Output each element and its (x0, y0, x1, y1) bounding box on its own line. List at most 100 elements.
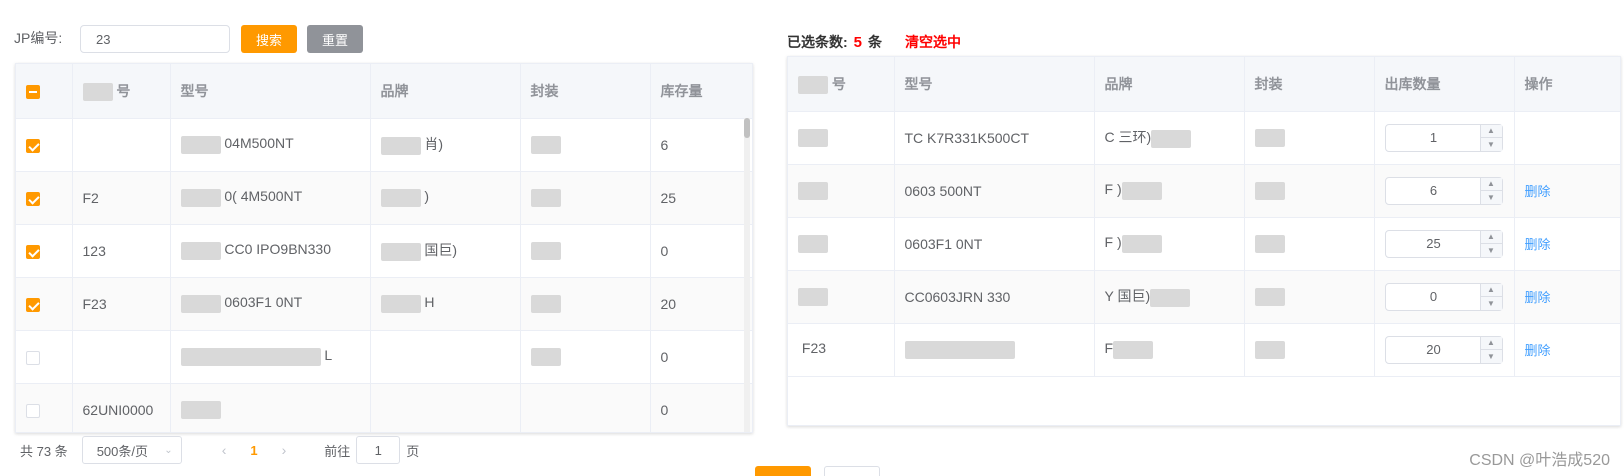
cancel-button[interactable] (824, 466, 880, 476)
chevron-down-icon[interactable]: ▼ (1481, 297, 1502, 310)
chevron-up-icon[interactable]: ▲ (1480, 125, 1502, 138)
row-checkbox[interactable] (26, 350, 40, 365)
cell-jp-number: 62UNI0000 (72, 383, 171, 432)
row-checkbox-cell[interactable] (16, 330, 73, 384)
cell-stock: 0 (650, 330, 752, 384)
search-button[interactable]: 搜索 (241, 25, 297, 53)
chevron-down-icon[interactable]: ▼ (1481, 138, 1502, 151)
stepper-buttons[interactable]: ▲ ▼ (1479, 177, 1502, 204)
jp-number-input[interactable] (80, 25, 230, 53)
col-model: 型号 (894, 57, 1095, 112)
page-size-value: 500条/页 (96, 443, 148, 459)
next-page-button[interactable]: › (282, 442, 287, 458)
delete-link[interactable]: 删除 (1525, 237, 1551, 252)
cell-out-quantity[interactable]: 1 ▲ ▼ (1374, 111, 1515, 165)
selected-row: F23 F 20 ▲ ▼ 删除 (788, 323, 1620, 377)
row-checkbox-cell[interactable] (16, 118, 73, 172)
quantity-stepper[interactable]: 0 ▲ ▼ (1384, 282, 1503, 311)
row-checkbox-cell[interactable] (16, 383, 73, 432)
stepper-buttons[interactable]: ▲ ▼ (1479, 124, 1502, 151)
cell-out-quantity[interactable]: 0 ▲ ▼ (1374, 270, 1515, 324)
clear-selection-link[interactable]: 清空选中 (905, 32, 961, 52)
stepper-buttons[interactable]: ▲ ▼ (1479, 230, 1502, 257)
select-all-checkbox-cell[interactable] (16, 64, 73, 119)
cell-model: CC0 IPO9BN330 (170, 224, 371, 278)
confirm-button[interactable] (755, 466, 811, 476)
cell-stock: 20 (650, 277, 752, 331)
cell-package (520, 118, 651, 172)
select-all-checkbox[interactable] (26, 84, 40, 99)
col-stock: 库存量 (650, 64, 752, 119)
inventory-row[interactable]: L 0 (16, 330, 752, 384)
inventory-row[interactable]: F2 0( 4M500NT ) 25 (16, 171, 752, 225)
pagination: 共 73 条 500条/页 ⌄ ‹ 1 › 前往 1 页 (20, 436, 419, 464)
jp-number-label: JP编号: (14, 30, 63, 46)
col-actions: 操作 (1514, 57, 1620, 112)
col-brand: 品牌 (370, 64, 521, 119)
cell-package (520, 224, 651, 278)
cell-out-quantity[interactable]: 20 ▲ ▼ (1374, 323, 1515, 377)
cell-brand (370, 383, 521, 432)
vertical-scrollbar[interactable] (744, 118, 750, 432)
cell-model: TC K7R331K500CT (894, 111, 1095, 165)
row-checkbox-cell[interactable] (16, 224, 73, 278)
delete-link[interactable]: 删除 (1525, 184, 1551, 199)
quantity-stepper[interactable]: 25 ▲ ▼ (1384, 229, 1503, 258)
cell-brand: ) (370, 171, 521, 225)
row-checkbox-cell[interactable] (16, 277, 73, 331)
cell-stock: 0 (650, 224, 752, 278)
quantity-stepper[interactable]: 1 ▲ ▼ (1384, 123, 1503, 152)
chevron-up-icon[interactable]: ▲ (1480, 284, 1502, 297)
selected-count-unit: 条 (868, 34, 883, 50)
cell-package (1244, 111, 1375, 165)
selected-row: TC K7R331K500CT C 三环) 1 ▲ ▼ (788, 111, 1620, 165)
delete-link[interactable]: 删除 (1525, 290, 1551, 305)
cell-jp-number: F2 (72, 171, 171, 225)
quantity-stepper[interactable]: 6 ▲ ▼ (1384, 176, 1503, 205)
stepper-buttons[interactable]: ▲ ▼ (1479, 336, 1502, 363)
chevron-up-icon[interactable]: ▲ (1480, 231, 1502, 244)
inventory-row[interactable]: 04M500NT 肖) 6 (16, 118, 752, 172)
row-checkbox[interactable] (26, 138, 40, 153)
chevron-up-icon[interactable]: ▲ (1480, 337, 1502, 350)
cell-model: CC0603JRN 330 (894, 270, 1095, 324)
cell-out-quantity[interactable]: 25 ▲ ▼ (1374, 217, 1515, 271)
cell-package (1244, 323, 1375, 377)
current-page[interactable]: 1 (250, 443, 257, 458)
chevron-down-icon[interactable]: ▼ (1481, 244, 1502, 257)
chevron-down-icon[interactable]: ▼ (1481, 350, 1502, 363)
col-package: 封装 (1244, 57, 1375, 112)
selected-items-table: 号 型号 品牌 封装 出库数量 操作 TC K7R331K500CT C 三环)… (787, 56, 1621, 426)
quantity-value: 0 (1429, 289, 1438, 304)
goto-page-input[interactable]: 1 (356, 436, 401, 464)
inventory-row[interactable]: 62UNI0000 0 (16, 383, 752, 432)
inventory-row[interactable]: 123 CC0 IPO9BN330 国巨) 0 (16, 224, 752, 278)
cell-out-quantity[interactable]: 6 ▲ ▼ (1374, 164, 1515, 218)
row-checkbox[interactable] (26, 403, 40, 418)
chevron-down-icon[interactable]: ▼ (1481, 191, 1502, 204)
col-out-quantity: 出库数量 (1374, 57, 1515, 112)
selected-count-value: 5 (853, 34, 863, 51)
row-checkbox[interactable] (26, 297, 40, 312)
row-checkbox[interactable] (26, 244, 40, 259)
prev-page-button[interactable]: ‹ (222, 442, 227, 458)
row-checkbox[interactable] (26, 191, 40, 206)
row-checkbox-cell[interactable] (16, 171, 73, 225)
cell-model: 0603F1 0NT (170, 277, 371, 331)
col-package: 封装 (520, 64, 651, 119)
quantity-value: 1 (1429, 130, 1438, 145)
pagination-total: 共 73 条 (20, 443, 68, 459)
delete-link[interactable]: 删除 (1525, 343, 1551, 358)
chevron-down-icon: ⌄ (164, 444, 173, 456)
inventory-row[interactable]: F23 0603F1 0NT H 20 (16, 277, 752, 331)
col-model: 型号 (170, 64, 371, 119)
page-size-select[interactable]: 500条/页 ⌄ (81, 436, 182, 464)
chevron-up-icon[interactable]: ▲ (1480, 178, 1502, 191)
quantity-stepper[interactable]: 20 ▲ ▼ (1384, 335, 1503, 364)
reset-button[interactable]: 重置 (307, 25, 363, 53)
selected-row: CC0603JRN 330 Y 国巨) 0 ▲ ▼ 删除 (788, 270, 1620, 324)
stepper-buttons[interactable]: ▲ ▼ (1479, 283, 1502, 310)
scrollbar-thumb[interactable] (744, 118, 750, 138)
cell-brand: 肖) (370, 118, 521, 172)
cell-model: 0( 4M500NT (170, 171, 371, 225)
